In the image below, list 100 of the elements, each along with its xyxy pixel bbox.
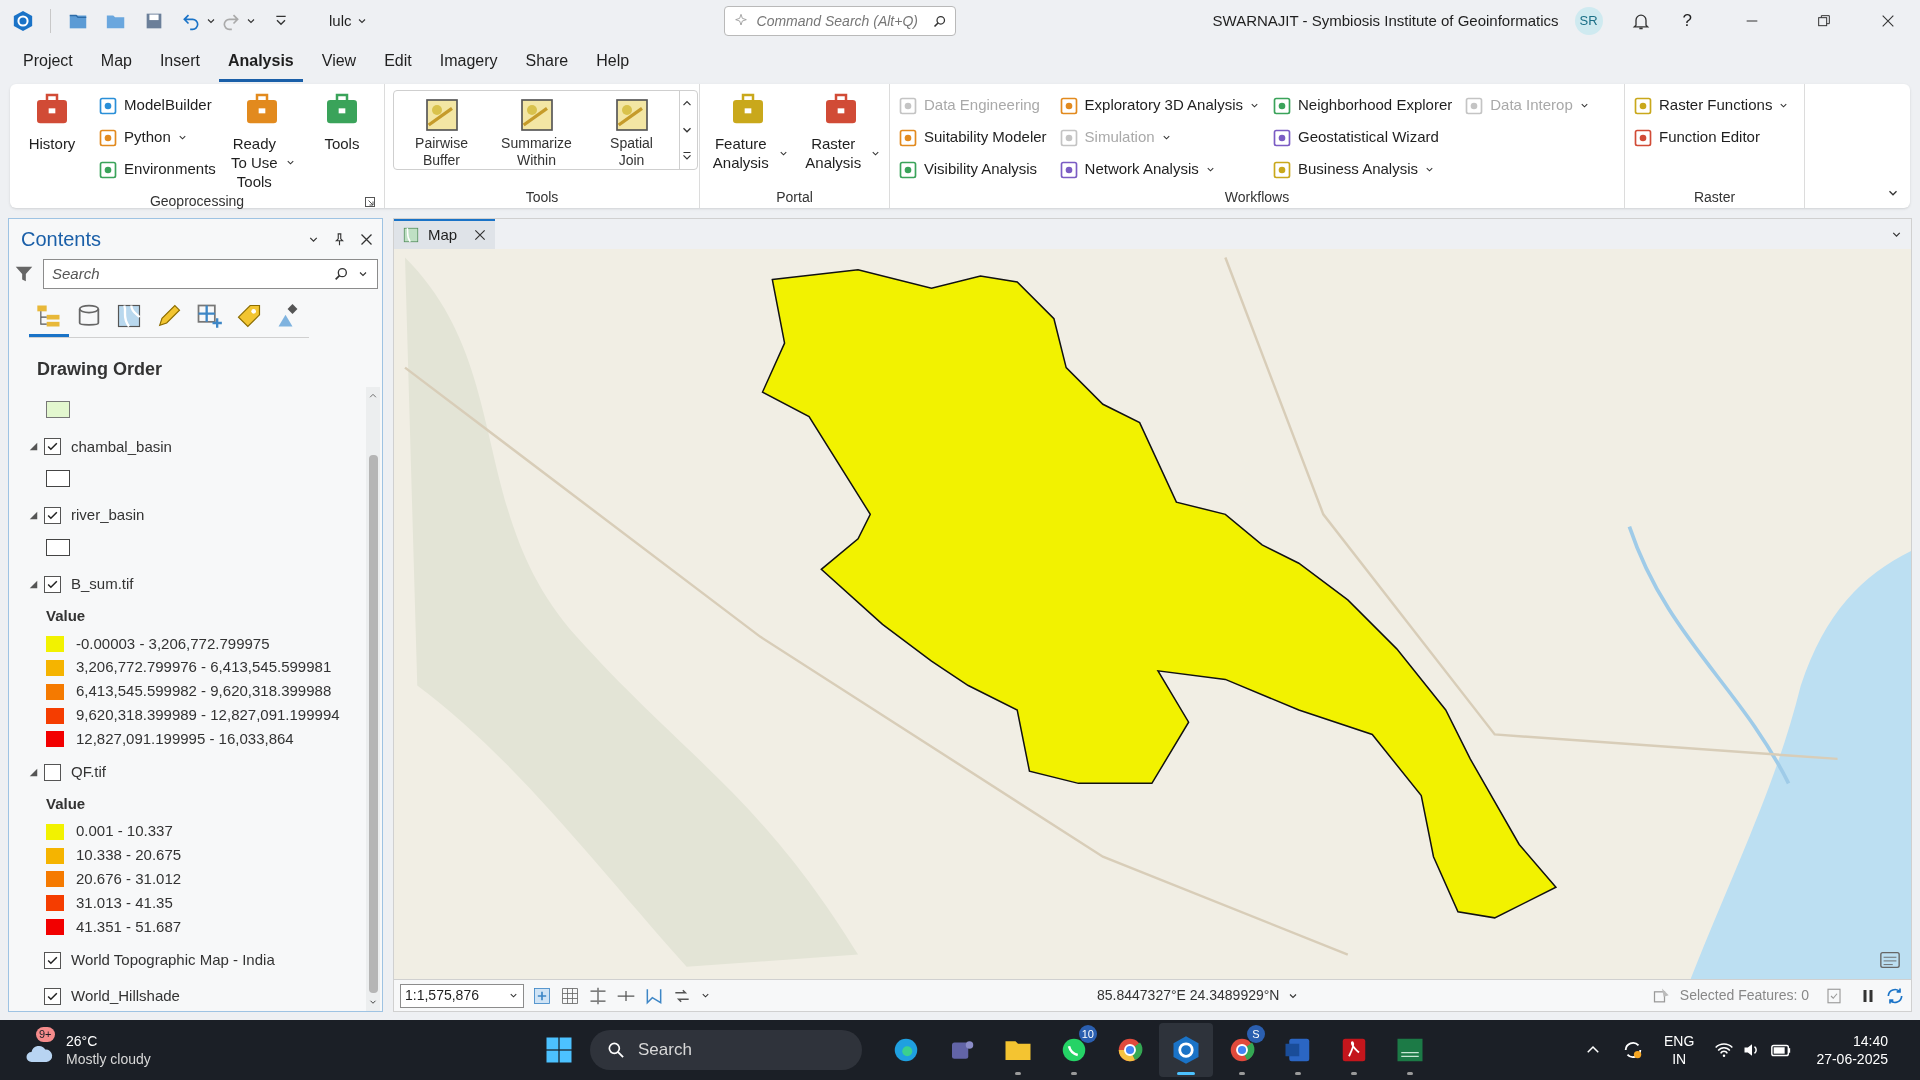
menu-tab[interactable]: Imagery: [430, 49, 507, 82]
pane-title: Contents: [21, 227, 103, 252]
layer-name[interactable]: chambal_basin: [71, 435, 172, 459]
clock-time[interactable]: 14:40: [1852, 1032, 1888, 1050]
tool-icon: [98, 127, 119, 148]
region-indicator[interactable]: IN: [1672, 1050, 1687, 1068]
gallery-tool-button[interactable]: Pairwise Buffer: [394, 91, 489, 169]
gallery-tool-button[interactable]: Spatial Join: [584, 91, 679, 169]
layer-checkbox[interactable]: [44, 951, 61, 969]
ribbon-button[interactable]: Tools: [307, 90, 376, 191]
restore-icon[interactable]: [1816, 13, 1832, 29]
coordinates-readout: 85.8447327°E 24.3489929°N: [1097, 986, 1280, 1005]
app-logo-icon: [12, 10, 34, 32]
close-icon[interactable]: [1880, 13, 1896, 29]
start-icon[interactable]: [544, 1035, 574, 1065]
ribbon-button[interactable]: Raster Analysis: [800, 90, 881, 186]
command-search-box[interactable]: Command Search (Alt+Q): [723, 6, 956, 36]
section-heading: Drawing Order: [36, 358, 164, 381]
map-tab[interactable]: Map: [394, 219, 496, 249]
menu-tab[interactable]: Project: [14, 49, 82, 82]
layer-name[interactable]: river_basin: [71, 504, 145, 527]
map-notes-icon[interactable]: [1877, 949, 1903, 971]
menu-tab[interactable]: View: [312, 49, 366, 82]
ribbon-button[interactable]: Function Editor: [1633, 124, 1790, 151]
ribbon-button[interactable]: Visibility Analysis: [898, 156, 1047, 183]
ribbon-button[interactable]: Network Analysis: [1058, 156, 1260, 183]
temperature-label: 26°C: [66, 1032, 99, 1050]
taskbar-search-field[interactable]: Search: [638, 1037, 846, 1063]
wifi-icon[interactable]: [1714, 1040, 1735, 1060]
user-avatar[interactable]: SR: [1574, 7, 1603, 35]
notification-badge: S: [1247, 1025, 1265, 1043]
ribbon-button[interactable]: Environments: [98, 156, 216, 183]
ribbon-button[interactable]: Raster Functions: [1633, 92, 1790, 119]
ribbon-button[interactable]: Ready To Use Tools: [227, 90, 296, 191]
scale-field[interactable]: 1:1,575,876: [400, 983, 524, 1008]
taskbar-app[interactable]: 10: [1047, 1023, 1101, 1077]
legend-label: 3,206,772.799976 - 6,413,545.599981: [76, 657, 332, 678]
legend-label: 0.001 - 10.337: [76, 821, 173, 842]
search-icon[interactable]: [931, 13, 947, 29]
tool-icon: [898, 95, 918, 116]
layer-name[interactable]: World Topographic Map - India: [71, 948, 275, 972]
expand-arrow-icon[interactable]: [29, 767, 38, 777]
tool-icon: [898, 127, 918, 148]
language-indicator[interactable]: ENG: [1664, 1032, 1695, 1050]
help-button[interactable]: ?: [1666, 8, 1708, 34]
notification-badge: 10: [1078, 1025, 1097, 1043]
layer-checkbox[interactable]: [44, 987, 61, 1005]
gallery-tool-button[interactable]: Summarize Within: [489, 91, 584, 169]
tool-icon: [98, 159, 119, 180]
taskbar-app[interactable]: [1159, 1023, 1213, 1077]
legend-label: 20.676 - 31.012: [76, 869, 182, 890]
layer-checkbox[interactable]: [44, 575, 61, 593]
menu-tab[interactable]: Insert: [150, 49, 209, 82]
tool-icon: [1058, 159, 1079, 180]
layer-name[interactable]: QF.tif: [71, 761, 106, 784]
zoom-grid-icon[interactable]: [532, 985, 552, 1006]
layer-checkbox[interactable]: [44, 438, 61, 456]
table-check-icon[interactable]: [1825, 986, 1843, 1005]
group-label: Portal: [776, 187, 813, 207]
ribbon-button[interactable]: History: [18, 90, 87, 191]
project-name-button[interactable]: lulc: [329, 9, 368, 33]
ribbon-button[interactable]: Exploratory 3D Analysis: [1058, 92, 1260, 119]
ribbon-button[interactable]: Geostatistical Wizard: [1271, 124, 1453, 151]
dialog-launcher-icon[interactable]: [364, 195, 376, 208]
clock-date[interactable]: 27-06-2025: [1816, 1050, 1888, 1068]
close-icon[interactable]: [473, 228, 488, 242]
layer-checkbox[interactable]: [44, 507, 61, 525]
window-title: SWARNAJIT - Symbiosis Institute of Geoinformatics: [1212, 10, 1559, 31]
expand-arrow-icon[interactable]: [29, 511, 38, 521]
scrollbar[interactable]: [366, 387, 380, 1011]
expand-arrow-icon[interactable]: [29, 579, 38, 589]
grid-icon[interactable]: [560, 985, 580, 1006]
layer-name[interactable]: World_Hillshade: [71, 984, 180, 1008]
ribbon-button[interactable]: Suitability Modeler: [898, 124, 1047, 151]
close-icon[interactable]: [359, 231, 374, 247]
tool-icon: [98, 95, 119, 116]
scroll-thumb[interactable]: [368, 455, 378, 993]
menu-tab[interactable]: Help: [587, 49, 639, 82]
ribbon-button[interactable]: Neighborhood Explorer: [1271, 92, 1453, 119]
layer-checkbox[interactable]: [44, 763, 61, 781]
search-field[interactable]: Search: [52, 262, 325, 286]
taskbar-search-box[interactable]: Search: [590, 1030, 862, 1070]
layer-name[interactable]: B_sum.tif: [71, 573, 134, 596]
command-search-field[interactable]: Command Search (Alt+Q): [756, 10, 924, 32]
ribbon-button[interactable]: ModelBuilder: [98, 92, 216, 119]
search-box[interactable]: Search: [43, 259, 378, 289]
taskbar-app[interactable]: S: [1215, 1023, 1269, 1077]
menu-tab[interactable]: Map: [91, 49, 141, 82]
tool-icon: [1271, 95, 1292, 116]
legend-label: 10.338 - 20.675: [76, 845, 182, 866]
ribbon-button[interactable]: Business Analysis: [1271, 156, 1453, 183]
ribbon-button[interactable]: Python: [98, 124, 216, 151]
expand-arrow-icon[interactable]: [29, 442, 38, 452]
menu-tab[interactable]: Share: [516, 49, 578, 82]
menu-tab[interactable]: Edit: [375, 49, 421, 82]
search-icon[interactable]: [333, 266, 349, 282]
legend-label: 6,413,545.599982 - 9,620,318.399988: [76, 681, 332, 702]
group-label: Tools: [525, 187, 559, 207]
tool-icon: [1271, 127, 1292, 148]
ribbon-button[interactable]: Feature Analysis: [708, 90, 789, 186]
